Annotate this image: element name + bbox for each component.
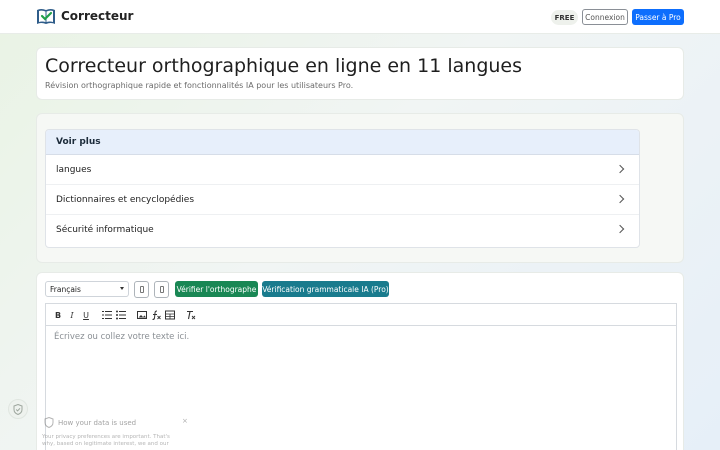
see-more-item-dictionaries[interactable]: Dictionnaires et encyclopédies bbox=[46, 185, 639, 215]
chevron-right-icon bbox=[615, 194, 625, 204]
chevron-right-icon bbox=[615, 164, 625, 174]
page-subtitle: Révision orthographique rapide et foncti… bbox=[45, 81, 354, 90]
bullet-list-icon[interactable] bbox=[116, 310, 126, 320]
formula-icon[interactable] bbox=[151, 310, 161, 320]
document-icon bbox=[159, 286, 164, 293]
shield-icon bbox=[44, 417, 54, 428]
editor-placeholder: Écrivez ou collez votre texte ici. bbox=[54, 332, 190, 342]
bold-button[interactable]: B bbox=[53, 310, 63, 320]
list-item-label: langues bbox=[56, 164, 92, 175]
see-more-item-security[interactable]: Sécurité informatique bbox=[46, 215, 639, 245]
top-navbar: Correcteur FREE Connexion Passer à Pro bbox=[0, 0, 720, 34]
close-icon[interactable]: × bbox=[182, 417, 188, 425]
language-select[interactable]: Français bbox=[45, 281, 129, 297]
see-more-section: Voir plus langues Dictionnaires et encyc… bbox=[36, 113, 684, 263]
book-check-logo-icon[interactable] bbox=[36, 7, 56, 26]
clear-format-icon[interactable] bbox=[186, 310, 196, 320]
table-icon[interactable] bbox=[165, 310, 175, 320]
privacy-notice: How your data is used × Your privacy pre… bbox=[42, 414, 200, 450]
copy-button[interactable] bbox=[134, 281, 149, 298]
see-more-list: Voir plus langues Dictionnaires et encyc… bbox=[45, 129, 640, 248]
plan-badge: FREE bbox=[551, 10, 578, 25]
underline-button[interactable]: U bbox=[81, 310, 91, 320]
upgrade-pro-button[interactable]: Passer à Pro bbox=[632, 9, 684, 25]
image-icon[interactable] bbox=[137, 310, 147, 320]
login-button[interactable]: Connexion bbox=[582, 9, 628, 25]
ai-grammar-button[interactable]: Vérification grammaticale IA (Pro) bbox=[262, 281, 389, 297]
list-item-label: Dictionnaires et encyclopédies bbox=[56, 194, 195, 205]
italic-button[interactable]: I bbox=[67, 310, 77, 320]
editor-toolbar: B I U bbox=[45, 303, 677, 325]
check-spelling-button[interactable]: Vérifier l'orthographe bbox=[175, 281, 258, 297]
brand-name[interactable]: Correcteur bbox=[61, 9, 133, 23]
ordered-list-icon[interactable] bbox=[102, 310, 112, 320]
page-title: Correcteur orthographique en ligne en 11… bbox=[45, 55, 523, 77]
language-select-value: Français bbox=[50, 284, 81, 294]
caret-down-icon bbox=[120, 287, 124, 290]
copy-icon bbox=[139, 286, 144, 293]
clear-button[interactable] bbox=[154, 281, 169, 298]
chevron-right-icon bbox=[615, 224, 625, 234]
see-more-heading: Voir plus bbox=[46, 130, 639, 155]
shield-icon bbox=[13, 403, 23, 415]
hero-card: Correcteur orthographique en ligne en 11… bbox=[36, 47, 684, 100]
privacy-settings-button[interactable] bbox=[8, 399, 28, 419]
privacy-text: Your privacy preferences are important. … bbox=[42, 434, 170, 447]
list-item-label: Sécurité informatique bbox=[56, 225, 154, 235]
privacy-title: How your data is used bbox=[58, 419, 137, 427]
see-more-item-languages[interactable]: langues bbox=[46, 155, 639, 185]
